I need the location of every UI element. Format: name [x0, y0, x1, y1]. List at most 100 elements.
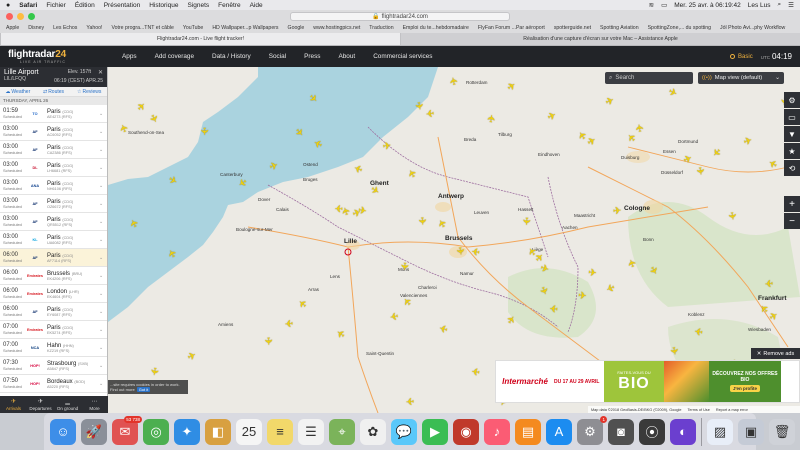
nav-item-press[interactable]: Press: [304, 53, 320, 60]
bookmark-item[interactable]: YouTube: [183, 25, 203, 31]
menu-fenetre[interactable]: Fenêtre: [218, 2, 240, 9]
menu-aide[interactable]: Aide: [250, 2, 263, 9]
aircraft-icon[interactable]: ✈: [412, 101, 424, 113]
camera-icon[interactable]: ⦿: [639, 418, 665, 445]
photo-booth-icon[interactable]: ◉: [453, 418, 479, 445]
tab-more[interactable]: ⋯ More: [81, 396, 108, 413]
menu-safari[interactable]: Safari: [19, 2, 37, 9]
wifi-icon[interactable]: ≋: [649, 1, 654, 9]
window-minimize-button[interactable]: [17, 13, 24, 20]
aircraft-icon[interactable]: ✈: [283, 317, 293, 329]
flight-row[interactable]: 03:00 Scheduled KL Paris (CDG) UA6082 (RFS) ⌄: [0, 231, 107, 249]
widgets-icon[interactable]: ▭: [784, 109, 800, 125]
aircraft-icon[interactable]: ✈: [692, 324, 704, 337]
aircraft-icon[interactable]: ✈: [486, 112, 498, 124]
flight-map[interactable]: Rotterdam Antwerp Ghent Bruges Lille Brussels…: [108, 67, 800, 413]
cookie-ok-button[interactable]: Got it: [136, 387, 151, 392]
site-logo[interactable]: flightradar24 LIVE AIR TRAFFIC: [0, 49, 110, 64]
flight-row[interactable]: 03:00 Scheduled AF Paris (CDG) QR5512 (RFS) ⌄: [0, 213, 107, 231]
menu-edition[interactable]: Édition: [75, 2, 95, 9]
flight-row[interactable]: 07:50 Scheduled HOP! Bordeaux (BOD) A5220 (R…: [0, 375, 107, 393]
terms-link[interactable]: Terms of Use: [687, 408, 709, 412]
zoom-in-button[interactable]: +: [784, 196, 800, 212]
browser-tab[interactable]: Réalisation d'une capture d'écran sur vo…: [400, 33, 800, 45]
bookmark-item[interactable]: Emploi du te...hebdomadaire: [403, 25, 469, 31]
trash-icon[interactable]: 🗑: [769, 418, 795, 445]
flight-row[interactable]: 03:00 Scheduled AF Paris (CDG) CA2386 (RFS) ⌄: [0, 141, 107, 159]
bookmark-item[interactable]: www.hostingpics.net: [313, 25, 360, 31]
aircraft-icon[interactable]: ✈: [588, 268, 599, 280]
flight-row[interactable]: 03:00 Scheduled AF Paris (CDG) OZ6672 (RFS) ⌄: [0, 195, 107, 213]
app-store-icon[interactable]: A: [546, 418, 572, 445]
bookmark-item[interactable]: spotterguide.net: [554, 25, 591, 31]
photo-icon[interactable]: ◧: [205, 418, 231, 445]
bookmark-item[interactable]: FlyFan Forum ...Par aéroport: [478, 25, 545, 31]
maps-icon[interactable]: ⌖: [329, 418, 355, 445]
flight-row[interactable]: 06:00 Scheduled Emirates Brussels (BRU) EK42…: [0, 267, 107, 285]
menu-fichier[interactable]: Fichier: [46, 2, 66, 9]
preview-icon[interactable]: ▨: [707, 418, 733, 445]
aircraft-icon[interactable]: ✈: [520, 217, 532, 228]
aircraft-icon[interactable]: ✈: [469, 244, 481, 257]
aircraft-icon[interactable]: ✈: [635, 121, 647, 133]
flight-row[interactable]: 07:00 Scheduled NCA Hahn (HHN) KZ219 (RFS) ⌄: [0, 339, 107, 357]
bookmark-item[interactable]: Apple: [6, 25, 19, 31]
aircraft-icon[interactable]: ✈: [147, 366, 159, 378]
ad-banner[interactable]: Intermarché DU 17 AU 29 AVRIL FAITES-VOU…: [495, 360, 800, 403]
notification-center-icon[interactable]: ☰: [788, 1, 794, 9]
aircraft-icon[interactable]: ✈: [398, 262, 410, 273]
safari-icon[interactable]: ✦: [174, 418, 200, 445]
menu-presentation[interactable]: Présentation: [104, 2, 141, 9]
messages-icon[interactable]: 💬: [391, 418, 417, 445]
aircraft-icon[interactable]: ✈: [453, 246, 465, 257]
aircraft-icon[interactable]: ✈: [693, 166, 705, 177]
flight-row[interactable]: 06:00 Scheduled Emirates London (LHR) EK4604…: [0, 285, 107, 303]
aircraft-icon[interactable]: ✈: [423, 106, 435, 118]
menubar-clock[interactable]: Mer. 25 avr. à 06:19:42: [674, 2, 741, 9]
aircraft-icon[interactable]: ✈: [469, 364, 481, 377]
window-fullscreen-button[interactable]: [28, 13, 35, 20]
siri-icon[interactable]: ◐: [670, 418, 696, 445]
favorites-icon[interactable]: ★: [784, 143, 800, 159]
spotlight-icon[interactable]: ⌕: [778, 1, 782, 9]
apple-icon[interactable]: ●: [6, 2, 10, 9]
screenshot-icon[interactable]: ◙: [608, 418, 634, 445]
aircraft-icon[interactable]: ✈: [578, 291, 589, 303]
zoom-out-button[interactable]: −: [784, 213, 800, 229]
flight-row[interactable]: 06:00 Scheduled AF Paris (CDG) AF7114 (RFS) ⌄: [0, 249, 107, 267]
aircraft-icon[interactable]: ✈: [404, 395, 414, 407]
nav-item-commercial-services[interactable]: Commercial services: [373, 53, 432, 60]
close-panel-button[interactable]: ✕: [98, 69, 103, 76]
bookmark-item[interactable]: Traduction: [369, 25, 393, 31]
music-icon[interactable]: ♪: [484, 418, 510, 445]
nav-item-about[interactable]: About: [338, 53, 355, 60]
aircraft-icon[interactable]: ✈: [357, 205, 369, 218]
flight-row[interactable]: 06:00 Scheduled AF Paris (CDG) EY6087 (RFS) ⌄: [0, 303, 107, 321]
bookmark-item[interactable]: Google: [288, 25, 305, 31]
bookmark-item[interactable]: Jól Photo Avi...phy Workflow: [720, 25, 785, 31]
tab-on-ground[interactable]: ▁ On ground: [54, 396, 81, 413]
map-search[interactable]: ⌕ Search: [605, 72, 693, 84]
aircraft-icon[interactable]: ✈: [763, 277, 773, 289]
calendar-icon[interactable]: 25: [236, 418, 262, 445]
playback-icon[interactable]: ⟲: [784, 160, 800, 176]
flight-row[interactable]: 03:00 Scheduled ANA Paris (CDG) NH6106 (RFS)…: [0, 177, 107, 195]
battery-icon[interactable]: ▭: [661, 1, 667, 9]
menubar-user[interactable]: Les Lus: [748, 2, 771, 9]
chrome-icon[interactable]: ◎: [143, 418, 169, 445]
filter-icon[interactable]: ▼: [784, 126, 800, 142]
facetime-icon[interactable]: ▶: [422, 418, 448, 445]
menu-signets[interactable]: Signets: [187, 2, 209, 9]
flight-row[interactable]: 07:30 Scheduled HOP! Strasbourg (SXB) A5847 …: [0, 357, 107, 375]
tab-weather[interactable]: ☁ Weather: [0, 87, 36, 96]
bookmark-item[interactable]: Votre progra...TNT et câble: [111, 25, 173, 31]
flight-row[interactable]: 07:00 Scheduled Emirates Paris (CDG) EK5274 …: [0, 321, 107, 339]
aircraft-icon[interactable]: ✈: [198, 127, 209, 137]
tab-reviews[interactable]: ☆ Reviews: [71, 87, 107, 96]
aircraft-icon[interactable]: ✈: [262, 337, 273, 347]
remove-ads-button[interactable]: ✕ Remove ads: [751, 348, 800, 359]
address-bar[interactable]: 🔒 flightradar24.com: [290, 11, 510, 21]
bookmark-item[interactable]: Spotting Aviation: [600, 25, 639, 31]
tab-routes[interactable]: ⇄ Routes: [36, 87, 72, 96]
aircraft-icon[interactable]: ✈: [387, 309, 399, 321]
